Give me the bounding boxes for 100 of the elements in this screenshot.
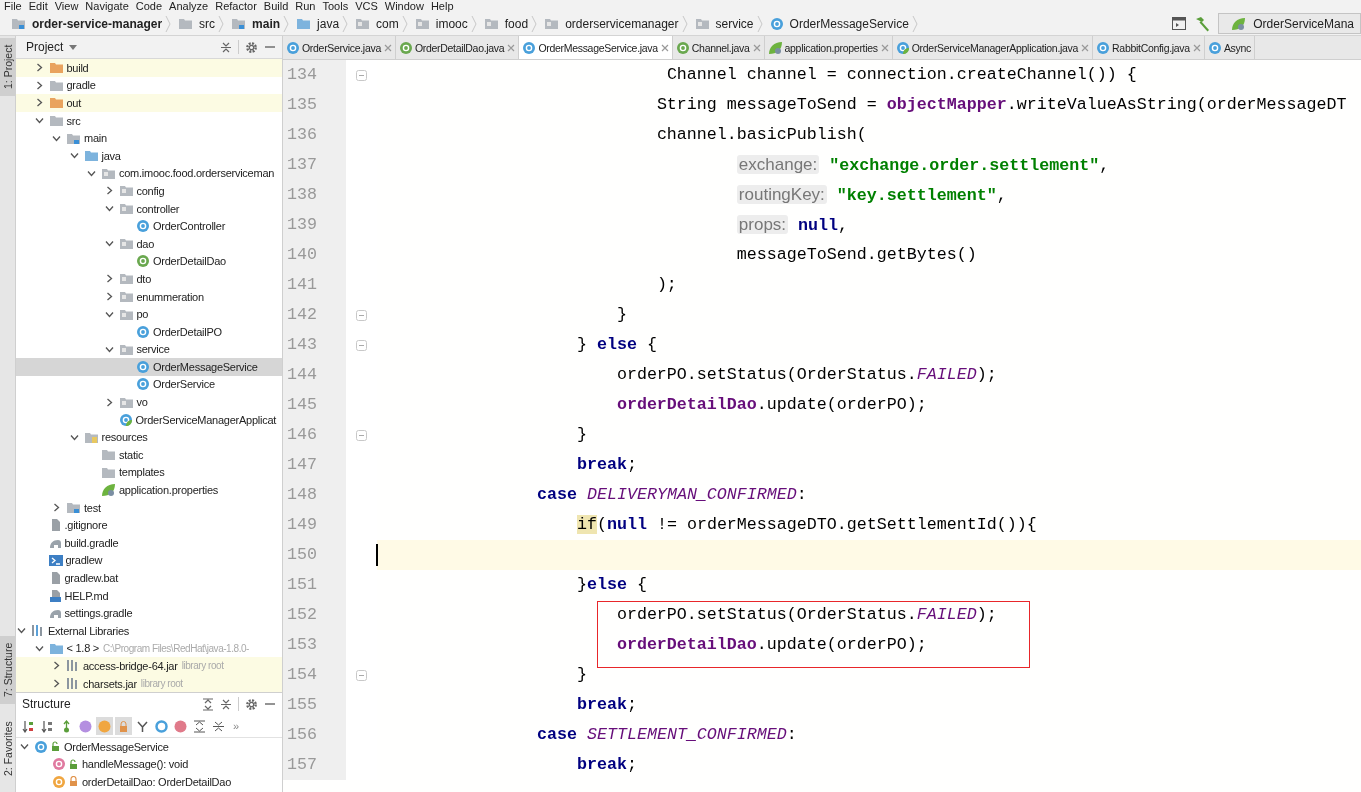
- tree-item[interactable]: OrderMessageService: [16, 358, 282, 376]
- tool-window-tab[interactable]: 1: Project: [0, 38, 15, 96]
- tree-item[interactable]: build.gradle: [16, 534, 282, 552]
- breadcrumb-item[interactable]: orderservicemanager: [537, 16, 682, 31]
- menu-item[interactable]: Refactor: [213, 0, 262, 12]
- tree-item[interactable]: OrderController: [16, 217, 282, 235]
- expand-toggle[interactable]: [191, 717, 208, 735]
- collapse-all-icon[interactable]: [220, 697, 232, 711]
- tree-item[interactable]: dto: [16, 270, 282, 288]
- tree-item[interactable]: build: [16, 59, 282, 77]
- menu-item[interactable]: Analyze: [167, 0, 214, 12]
- expand-all-icon[interactable]: [202, 697, 214, 711]
- collapse-all-icon[interactable]: [220, 40, 232, 54]
- tree-item[interactable]: gradle: [16, 76, 282, 95]
- tree-item[interactable]: out: [16, 94, 282, 112]
- editor-tab[interactable]: OrderMessageService.java: [519, 36, 673, 59]
- chevron-down-icon[interactable]: [34, 116, 44, 126]
- chevron-down-icon[interactable]: [104, 344, 114, 354]
- tree-item[interactable]: settings.gradle: [16, 604, 282, 622]
- breadcrumb-item[interactable]: main: [224, 16, 284, 31]
- tree-item[interactable]: po: [16, 305, 282, 323]
- breadcrumb-item[interactable]: food: [476, 16, 532, 31]
- run-configuration-dropdown[interactable]: OrderServiceMana: [1218, 13, 1361, 34]
- tree-item[interactable]: < 1.8 > C:\Program Files\RedHat\java-1.8.0-: [16, 639, 282, 658]
- chevron-down-icon[interactable]: [104, 309, 114, 319]
- fold-marker-icon[interactable]: [356, 669, 367, 681]
- menu-item[interactable]: VCS: [353, 0, 383, 12]
- tree-item[interactable]: OrderDetailDao: [16, 252, 282, 271]
- tree-item[interactable]: gradlew: [16, 551, 282, 570]
- chevron-right-icon[interactable]: [104, 274, 114, 284]
- menu-item[interactable]: View: [52, 0, 84, 12]
- more-tools-button[interactable]: »: [233, 720, 240, 732]
- tree-item[interactable]: config: [16, 182, 282, 200]
- tree-item[interactable]: templates: [16, 463, 282, 482]
- menu-item[interactable]: File: [2, 0, 27, 12]
- editor-tab[interactable]: RabbitConfig.java: [1093, 36, 1205, 59]
- editor-tab[interactable]: Channel.java: [672, 36, 765, 59]
- tree-item[interactable]: OrderDetailPO: [16, 322, 282, 341]
- tree-item[interactable]: service: [16, 340, 282, 359]
- chevron-right-icon[interactable]: [34, 80, 44, 90]
- chevron-down-icon[interactable]: [104, 204, 114, 214]
- chevron-down-icon[interactable]: [104, 239, 114, 249]
- chevron-down-icon[interactable]: [34, 643, 44, 653]
- menu-item[interactable]: Code: [133, 0, 168, 12]
- settings-icon[interactable]: [245, 697, 258, 711]
- chevron-right-icon[interactable]: [34, 63, 44, 73]
- tree-item[interactable]: com.imooc.food.orderserviceman: [16, 164, 282, 183]
- menu-item[interactable]: Navigate: [83, 0, 134, 12]
- editor-tab[interactable]: Async: [1204, 36, 1255, 59]
- structure-item[interactable]: handleMessage(): void: [16, 755, 282, 774]
- run-window-icon[interactable]: [1172, 17, 1187, 30]
- tool-window-tab[interactable]: 7: Structure: [0, 636, 15, 704]
- menu-item[interactable]: Build: [261, 0, 294, 12]
- breadcrumb-item[interactable]: java: [289, 16, 343, 31]
- structure-item[interactable]: OrderMessageService: [16, 738, 282, 756]
- breadcrumb-item[interactable]: src: [171, 16, 219, 31]
- tree-item[interactable]: enummeration: [16, 287, 282, 306]
- structure-item[interactable]: orderDetailDao: OrderDetailDao: [16, 773, 282, 791]
- panel-title[interactable]: Project: [26, 40, 64, 54]
- tree-item[interactable]: resources: [16, 428, 282, 447]
- editor-tab[interactable]: OrderServiceManagerApplication.java: [892, 36, 1094, 59]
- tree-item[interactable]: application.properties: [16, 481, 282, 499]
- tree-item[interactable]: vo: [16, 393, 282, 411]
- tree-item[interactable]: controller: [16, 199, 282, 218]
- menu-item[interactable]: Window: [382, 0, 429, 12]
- tree-item[interactable]: HELP.md: [16, 586, 282, 605]
- chevron-right-icon[interactable]: [52, 661, 61, 671]
- tree-item[interactable]: test: [16, 498, 282, 517]
- fold-marker-icon[interactable]: [356, 309, 367, 321]
- field-toggle[interactable]: [96, 717, 113, 735]
- chevron-right-icon[interactable]: [104, 292, 114, 301]
- chevron-right-icon[interactable]: [52, 679, 61, 689]
- tree-item[interactable]: gradlew.bat: [16, 569, 282, 587]
- fold-marker-icon[interactable]: [356, 69, 367, 81]
- tree-item[interactable]: .gitignore: [16, 516, 282, 535]
- chevron-down-icon[interactable]: [52, 133, 61, 143]
- tree-item[interactable]: main: [16, 129, 282, 147]
- caret-icon[interactable]: [69, 44, 78, 50]
- editor-tab[interactable]: application.properties: [764, 36, 893, 59]
- tree-item[interactable]: static: [16, 446, 282, 464]
- menu-item[interactable]: Tools: [320, 0, 354, 12]
- breadcrumb-item[interactable]: imooc: [407, 16, 471, 31]
- tree-item[interactable]: src: [16, 111, 282, 130]
- lock-toggle[interactable]: [115, 717, 132, 735]
- tree-item[interactable]: OrderService: [16, 375, 282, 394]
- tool-window-tab[interactable]: 2: Favorites: [0, 714, 15, 784]
- chevron-down-icon[interactable]: [17, 626, 26, 636]
- tree-item[interactable]: OrderServiceManagerApplicat: [16, 410, 282, 429]
- chevron-right-icon[interactable]: [104, 186, 114, 196]
- chevron-down-icon[interactable]: [69, 151, 79, 161]
- breadcrumb-item[interactable]: service: [687, 16, 757, 31]
- breadcrumb-item[interactable]: order-service-manager: [4, 16, 166, 31]
- tree-item[interactable]: External Libraries: [16, 622, 282, 640]
- breadcrumb-item[interactable]: OrderMessageService: [762, 16, 912, 31]
- chevron-right-icon[interactable]: [34, 98, 44, 108]
- chevron-right-icon[interactable]: [52, 503, 61, 513]
- fold-marker-icon[interactable]: [356, 429, 367, 441]
- editor-tab[interactable]: OrderService.java: [283, 36, 396, 59]
- menu-item[interactable]: Edit: [26, 0, 53, 12]
- close-icon[interactable]: [660, 43, 669, 52]
